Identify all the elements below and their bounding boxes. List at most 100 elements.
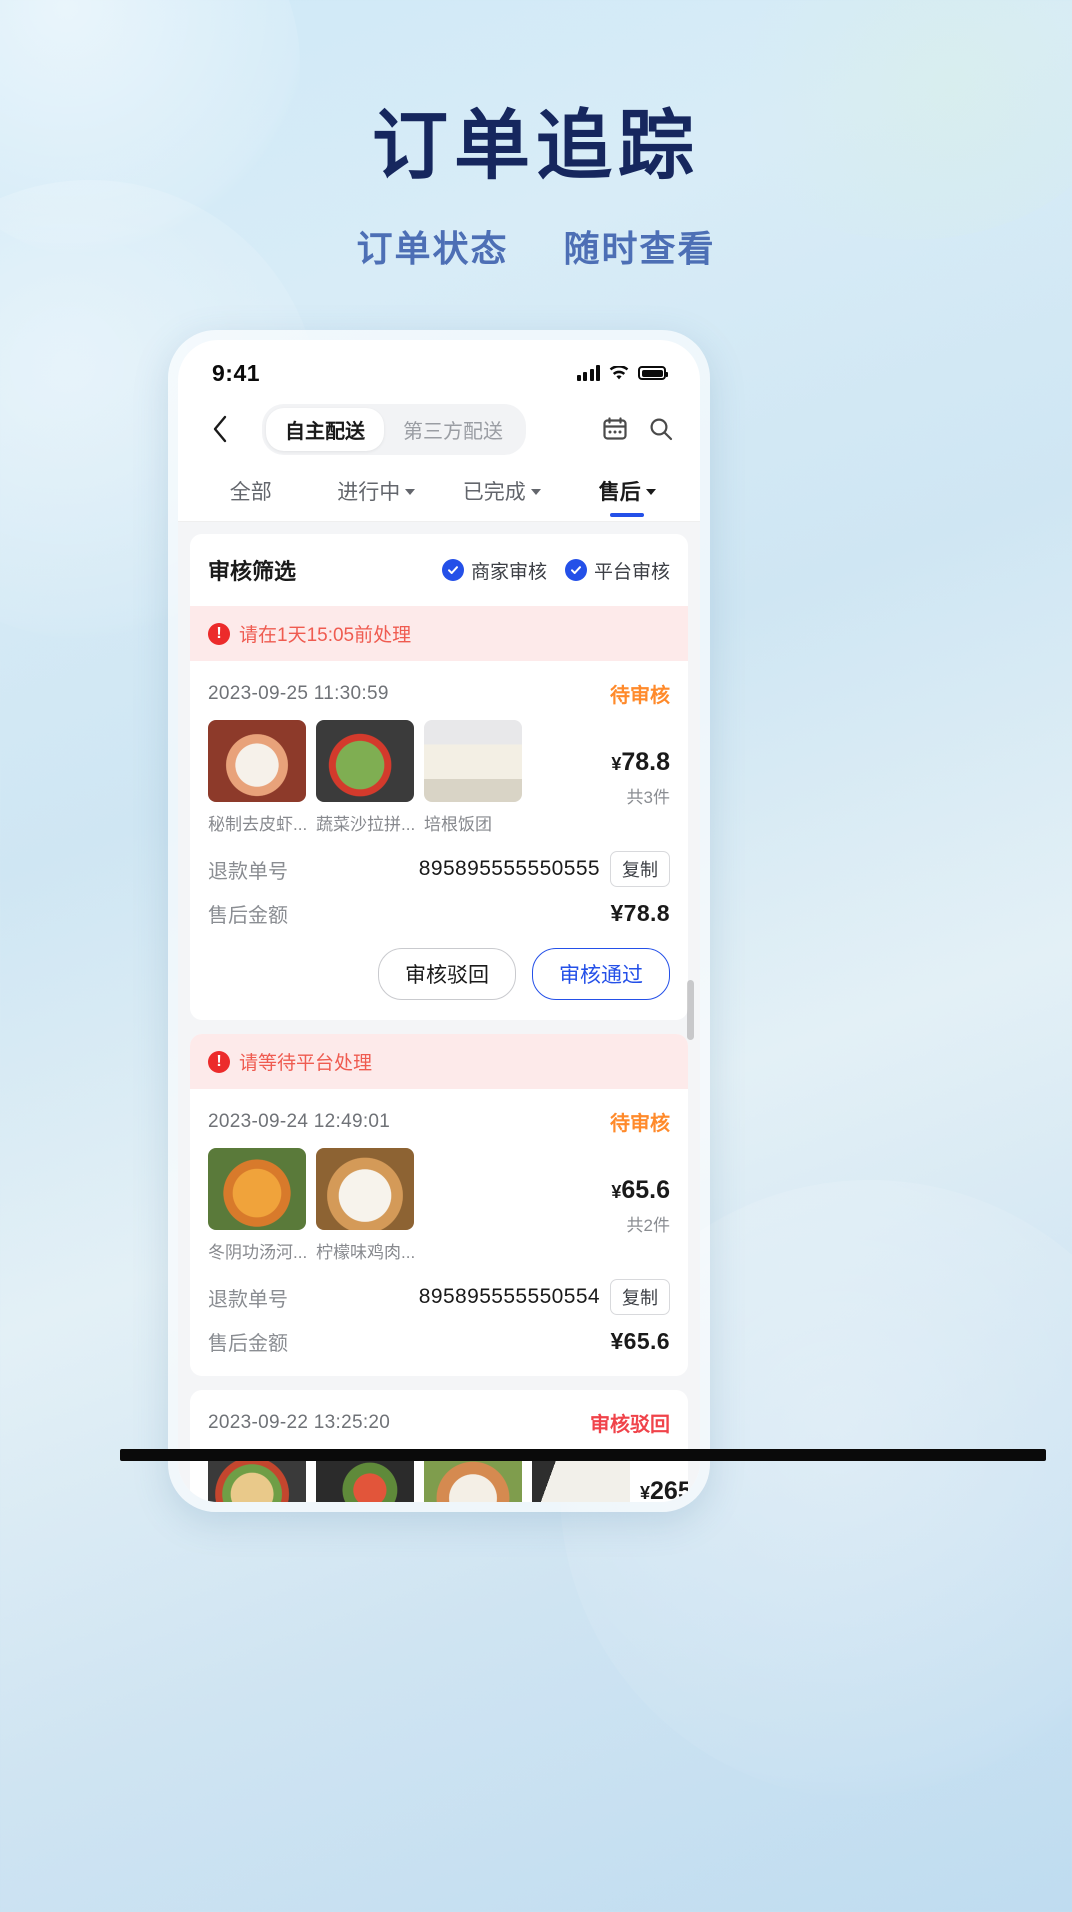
- goods-name: 柠檬味鸡肉...: [316, 1243, 414, 1262]
- goods-item[interactable]: 秘制去皮虾...: [208, 720, 306, 835]
- tab-all[interactable]: 全部: [188, 460, 314, 521]
- status-badge: 待审核: [610, 685, 670, 707]
- order-goods: 冬阴功汤河... 柠檬味鸡肉... ¥65.6 共2件: [190, 1148, 688, 1267]
- order-alert-text: 请在1天15:05前处理: [239, 625, 412, 646]
- after-sales-amount-row: 售后金额 ¥78.8: [190, 887, 688, 928]
- status-badge: 待审核: [610, 1113, 670, 1135]
- order-status-tabs: 全部 进行中 已完成 售后: [178, 460, 700, 522]
- refund-number-row: 退款单号 895895555550555 复制: [190, 839, 688, 887]
- page-subtitle-right: 随时查看: [563, 229, 716, 270]
- page-subtitle: 订单状态 随时查看: [0, 220, 1072, 272]
- refund-number-label: 退款单号: [208, 860, 288, 883]
- back-button[interactable]: [200, 409, 240, 449]
- goods-thumbnail: [208, 720, 306, 802]
- refund-number-label: 退款单号: [208, 1288, 288, 1311]
- checkbox-platform-audit[interactable]: 平台审核: [564, 557, 670, 584]
- goods-item[interactable]: 蔬菜沙拉拼...: [316, 720, 414, 835]
- delivery-mode-segmented-control[interactable]: 自主配送 第三方配送: [262, 403, 526, 455]
- check-icon: [564, 559, 587, 581]
- audit-filter-title: 审核筛选: [208, 559, 297, 584]
- approve-audit-button[interactable]: 审核通过: [532, 948, 670, 1000]
- tab-active-underline: [610, 513, 645, 517]
- chevron-down-icon: [405, 489, 416, 495]
- goods-thumbnail: [316, 1148, 414, 1230]
- status-bar-indicators: [576, 365, 668, 381]
- page-subtitle-left: 订单状态: [356, 229, 509, 270]
- goods-item[interactable]: 柠檬味鸡肉...: [316, 1148, 414, 1263]
- chevron-down-icon: [530, 489, 541, 495]
- warning-icon: !: [208, 1050, 230, 1073]
- checkbox-merchant-audit[interactable]: 商家审核: [441, 557, 547, 584]
- refund-number-value: 895895555550555: [418, 857, 600, 880]
- warning-icon: !: [208, 622, 230, 645]
- phone-mockup: 9:41 自主配送 第三方配送 全部 进行中 已完成 售后 审核筛选 商家审核 …: [168, 330, 710, 1512]
- after-sales-amount-value: ¥65.6: [610, 1328, 670, 1354]
- hero-section: 订单追踪 订单状态 随时查看: [0, 0, 1072, 272]
- after-sales-amount-label: 售后金额: [208, 905, 288, 927]
- order-price-column: ¥65.6 共2件: [611, 1148, 670, 1236]
- currency-symbol: ¥: [640, 1483, 651, 1502]
- goods-item[interactable]: 冬阴功汤河...: [208, 1148, 306, 1263]
- goods-thumbnail: [424, 720, 522, 802]
- order-price-column: ¥78.8 共3件: [611, 720, 670, 808]
- goods-item[interactable]: 培根饭团: [424, 720, 522, 835]
- order-date: 2023-09-24 12:49:01: [208, 1110, 391, 1132]
- status-badge: 审核驳回: [590, 1414, 670, 1436]
- audit-filter-checkboxes: 商家审核 平台审核: [441, 557, 670, 584]
- order-total-value: 265: [650, 1477, 688, 1502]
- goods-name: 秘制去皮虾...: [208, 815, 306, 834]
- order-alert-banner: ! 请等待平台处理: [190, 1034, 688, 1089]
- order-list[interactable]: 审核筛选 商家审核 平台审核 ! 请在1天15:05前处理 2023-09-25…: [178, 522, 700, 1502]
- currency-symbol: ¥: [611, 1182, 622, 1202]
- tab-in-progress[interactable]: 进行中: [314, 460, 440, 521]
- after-sales-amount-row: 售后金额 ¥65.6: [190, 1315, 688, 1376]
- order-card[interactable]: ! 请等待平台处理 2023-09-24 12:49:01 待审核 冬阴功汤河.…: [190, 1034, 688, 1376]
- order-date: 2023-09-22 13:25:20: [208, 1411, 391, 1433]
- calendar-icon[interactable]: [602, 416, 628, 442]
- copy-button[interactable]: 复制: [610, 1279, 670, 1315]
- after-sales-amount-value: ¥78.8: [610, 900, 670, 926]
- segment-self-delivery[interactable]: 自主配送: [266, 407, 384, 451]
- goods-thumbnail: [208, 1148, 306, 1230]
- goods-thumbnail: [316, 720, 414, 802]
- search-icon[interactable]: [648, 416, 674, 442]
- order-card[interactable]: 2023-09-22 13:25:20 审核驳回 ¥265: [190, 1390, 688, 1502]
- order-total-price: ¥65.6: [611, 1176, 670, 1205]
- checkbox-platform-audit-label: 平台审核: [593, 561, 670, 583]
- order-date: 2023-09-25 11:30:59: [208, 682, 389, 704]
- order-actions: 审核驳回 审核通过: [190, 928, 688, 1020]
- order-header: 2023-09-22 13:25:20 审核驳回: [190, 1390, 688, 1449]
- tab-completed[interactable]: 已完成: [439, 460, 565, 521]
- scrollbar[interactable]: [687, 980, 694, 1040]
- order-card[interactable]: 审核筛选 商家审核 平台审核 ! 请在1天15:05前处理 2023-09-25…: [190, 534, 688, 1020]
- order-quantity: 共3件: [626, 788, 670, 807]
- order-total-price: ¥78.8: [611, 748, 670, 777]
- refund-number-value: 895895555550554: [418, 1285, 600, 1308]
- navigation-bar: 自主配送 第三方配送: [178, 398, 700, 460]
- order-total-value: 78.8: [621, 748, 670, 776]
- battery-icon: [638, 366, 668, 380]
- after-sales-amount-label: 售后金额: [208, 1333, 288, 1355]
- order-header: 2023-09-24 12:49:01 待审核: [190, 1089, 688, 1148]
- navbar-icons: [602, 416, 678, 442]
- audit-filter-row: 审核筛选 商家审核 平台审核: [190, 534, 688, 606]
- tab-completed-label: 已完成: [462, 480, 526, 504]
- tab-in-progress-label: 进行中: [337, 480, 401, 504]
- status-bar: 9:41: [178, 340, 700, 398]
- chevron-down-icon: [645, 489, 656, 495]
- order-total-price: ¥265: [640, 1477, 688, 1502]
- phone-screen: 9:41 自主配送 第三方配送 全部 进行中 已完成 售后 审核筛选 商家审核 …: [178, 340, 700, 1502]
- reject-audit-button[interactable]: 审核驳回: [378, 948, 516, 1000]
- order-quantity: 共2件: [626, 1216, 670, 1235]
- copy-button[interactable]: 复制: [610, 851, 670, 887]
- order-alert-text: 请等待平台处理: [239, 1053, 373, 1074]
- wifi-icon: [609, 365, 629, 381]
- check-icon: [441, 559, 464, 581]
- cellular-signal-icon: [576, 365, 600, 381]
- redaction-bar: [120, 1449, 1046, 1461]
- segment-third-party-delivery[interactable]: 第三方配送: [384, 408, 522, 451]
- page-title: 订单追踪: [372, 101, 700, 190]
- tab-after-sales[interactable]: 售后: [565, 460, 691, 521]
- goods-name: 冬阴功汤河...: [208, 1243, 306, 1262]
- order-total-value: 65.6: [621, 1176, 670, 1204]
